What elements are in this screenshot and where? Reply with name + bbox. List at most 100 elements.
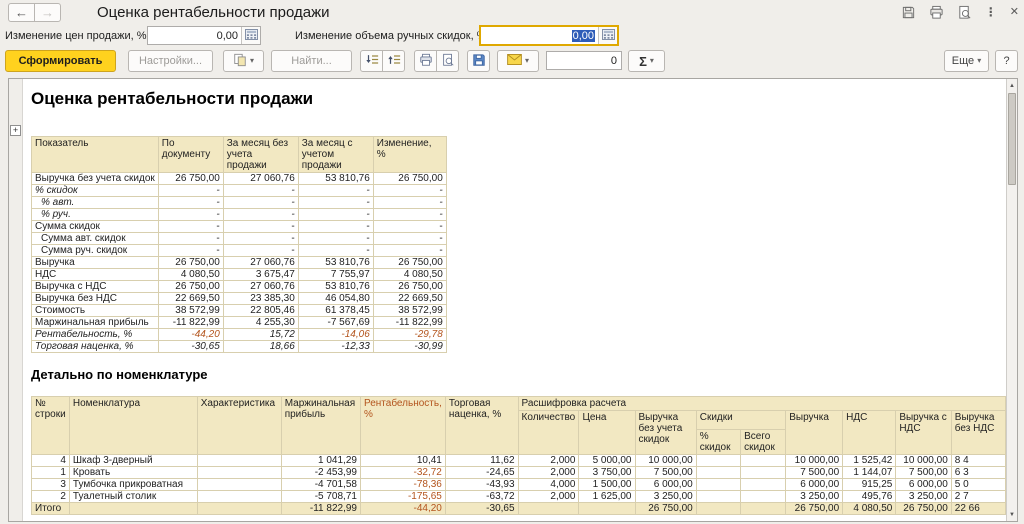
total-cell[interactable]: [517, 502, 580, 515]
value-cell[interactable]: 495,76: [842, 490, 897, 503]
value-cell[interactable]: -30,65: [157, 340, 224, 353]
value-cell[interactable]: 10 000,00: [785, 454, 844, 467]
price-change-value[interactable]: 0,00: [148, 27, 241, 44]
value-cell[interactable]: 10 000,00: [895, 454, 952, 467]
value-cell[interactable]: -: [157, 208, 224, 221]
total-cell[interactable]: 26 750,00: [895, 502, 952, 515]
value-cell[interactable]: -63,72: [444, 490, 519, 503]
total-cell[interactable]: [695, 502, 742, 515]
value-cell[interactable]: -32,72: [359, 466, 446, 479]
value-cell[interactable]: -: [157, 244, 224, 257]
value-cell[interactable]: -: [157, 220, 224, 233]
total-cell[interactable]: 26 750,00: [634, 502, 697, 515]
value-cell[interactable]: 4 255,30: [222, 316, 299, 329]
value-cell[interactable]: 10,41: [359, 454, 446, 467]
total-cell[interactable]: Итого: [31, 502, 70, 515]
total-cell[interactable]: [68, 502, 198, 515]
value-cell[interactable]: -: [297, 196, 374, 209]
total-cell[interactable]: [196, 502, 282, 515]
value-cell[interactable]: 1 625,00: [578, 490, 636, 503]
value-cell[interactable]: 5 0: [950, 478, 1006, 491]
value-cell[interactable]: 53 810,76: [297, 172, 374, 185]
value-cell[interactable]: -: [372, 220, 447, 233]
value-cell[interactable]: -: [297, 184, 374, 197]
value-cell[interactable]: -4 701,58: [280, 478, 361, 491]
value-cell[interactable]: 23 385,30: [222, 292, 299, 305]
row-label-cell[interactable]: % скидок: [31, 184, 159, 197]
value-cell[interactable]: 26 750,00: [157, 280, 224, 293]
report-variants-button[interactable]: ▾: [223, 50, 264, 72]
row-label-cell[interactable]: Сумма авт. скидок: [31, 232, 159, 245]
forward-button[interactable]: →: [34, 3, 61, 22]
total-cell[interactable]: [578, 502, 636, 515]
value-cell[interactable]: 38 572,99: [157, 304, 224, 317]
print-icon[interactable]: [929, 5, 944, 20]
value-cell[interactable]: -: [297, 244, 374, 257]
value-cell[interactable]: 4: [31, 454, 70, 467]
value-cell[interactable]: -: [372, 244, 447, 257]
value-cell[interactable]: -175,65: [359, 490, 446, 503]
calculator-button[interactable]: [598, 27, 617, 44]
value-cell[interactable]: -43,93: [444, 478, 519, 491]
value-cell[interactable]: -: [222, 184, 299, 197]
print-preview-icon[interactable]: [957, 5, 972, 20]
collapse-groups-button[interactable]: [360, 50, 383, 72]
value-cell[interactable]: 11,62: [444, 454, 519, 467]
value-cell[interactable]: 38 572,99: [372, 304, 447, 317]
row-label-cell[interactable]: Маржинальная прибыль: [31, 316, 159, 329]
value-cell[interactable]: 7 755,97: [297, 268, 374, 281]
value-cell[interactable]: -30,99: [372, 340, 447, 353]
value-cell[interactable]: 7 500,00: [785, 466, 844, 479]
value-cell[interactable]: Туалетный столик: [68, 490, 198, 503]
back-button[interactable]: ←: [8, 3, 35, 22]
value-cell[interactable]: -11 822,99: [157, 316, 224, 329]
discount-change-value[interactable]: 0,00: [571, 30, 595, 42]
row-label-cell[interactable]: Сумма руч. скидок: [31, 244, 159, 257]
generate-button[interactable]: Сформировать: [5, 50, 116, 72]
value-cell[interactable]: 27 060,76: [222, 172, 299, 185]
value-cell[interactable]: [695, 466, 742, 479]
value-cell[interactable]: -: [297, 220, 374, 233]
value-cell[interactable]: 2,000: [517, 490, 580, 503]
menu-kebab-icon[interactable]: ⋮: [985, 6, 997, 18]
value-cell[interactable]: 915,25: [842, 478, 897, 491]
value-cell[interactable]: 26 750,00: [372, 172, 447, 185]
value-cell[interactable]: -5 708,71: [280, 490, 361, 503]
value-cell[interactable]: -: [222, 220, 299, 233]
total-cell[interactable]: -44,20: [359, 502, 446, 515]
value-cell[interactable]: 1 525,42: [842, 454, 897, 467]
row-label-cell[interactable]: Стоимость: [31, 304, 159, 317]
value-cell[interactable]: 46 054,80: [297, 292, 374, 305]
send-mail-button[interactable]: ▾: [497, 50, 539, 72]
vertical-scrollbar[interactable]: ▲ ▼: [1006, 79, 1017, 521]
value-cell[interactable]: 1 500,00: [578, 478, 636, 491]
value-cell[interactable]: 6 000,00: [785, 478, 844, 491]
settings-button[interactable]: Настройки...: [128, 50, 213, 72]
value-cell[interactable]: 22 669,50: [372, 292, 447, 305]
value-cell[interactable]: 4 080,50: [157, 268, 224, 281]
value-cell[interactable]: -: [157, 232, 224, 245]
value-cell[interactable]: [740, 454, 787, 467]
scrollbar-thumb[interactable]: [1008, 93, 1016, 185]
value-cell[interactable]: 4,000: [517, 478, 580, 491]
print-preview-button[interactable]: [436, 50, 459, 72]
value-cell[interactable]: 2,000: [517, 454, 580, 467]
row-label-cell[interactable]: НДС: [31, 268, 159, 281]
value-cell[interactable]: -: [222, 208, 299, 221]
value-cell[interactable]: -: [222, 232, 299, 245]
sum-counter-field[interactable]: 0: [546, 51, 622, 70]
value-cell[interactable]: -: [222, 196, 299, 209]
value-cell[interactable]: Кровать: [68, 466, 198, 479]
total-cell[interactable]: -11 822,99: [280, 502, 361, 515]
help-button[interactable]: ?: [995, 50, 1018, 72]
value-cell[interactable]: Тумбочка прикроватная: [68, 478, 198, 491]
value-cell[interactable]: 3 675,47: [222, 268, 299, 281]
value-cell[interactable]: [196, 454, 282, 467]
value-cell[interactable]: -: [297, 232, 374, 245]
more-button[interactable]: Еще ▾: [944, 50, 989, 72]
value-cell[interactable]: 10 000,00: [634, 454, 697, 467]
value-cell[interactable]: [740, 490, 787, 503]
value-cell[interactable]: -24,65: [444, 466, 519, 479]
row-label-cell[interactable]: Сумма скидок: [31, 220, 159, 233]
value-cell[interactable]: 15,72: [222, 328, 299, 341]
